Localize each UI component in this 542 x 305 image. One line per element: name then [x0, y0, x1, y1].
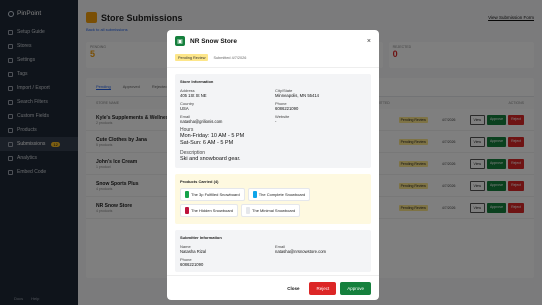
product-list: The 3p Fulfilled Snowboard The Complete …: [180, 187, 366, 217]
store-info-grid: Address 405 1St St NE City/State Minneapol…: [180, 88, 366, 124]
product-name: The 3p Fulfilled Snowboard: [191, 191, 240, 197]
description-field: Description Ski and snowboard gear.: [180, 150, 366, 163]
product-name: The Hidden Snowboard: [191, 207, 234, 213]
reject-button[interactable]: Reject: [309, 281, 337, 295]
products-carried-section: Products Carried (4) The 3p Fulfilled Sn…: [175, 173, 371, 224]
product-thumbnail: [246, 206, 251, 214]
section-heading: Products Carried (4): [180, 178, 219, 184]
product-chip[interactable]: The Hidden Snowboard: [180, 203, 239, 217]
submitter-information-section: Submitter Information Name Natasha Rizal …: [175, 229, 371, 272]
submitter-phone-field: Phone 6086221090: [180, 257, 271, 267]
website-field: Website -: [275, 114, 366, 124]
modal-header: ▣ NR Snow Store ×: [167, 30, 379, 52]
store-icon: ▣: [175, 36, 185, 46]
approve-button[interactable]: Approve: [340, 281, 371, 295]
phone-field: Phone 6086221090: [275, 101, 366, 111]
address-field: Address 405 1St St NE: [180, 88, 271, 98]
field-value: 6086221090: [275, 106, 299, 111]
product-thumbnail: [185, 206, 189, 214]
section-heading: Store Information: [180, 79, 214, 84]
modal-title: NR Snow Store: [190, 37, 237, 45]
hours-field: Hours Mon-Friday: 10 AM - 5 PM Sat-Sun: …: [180, 127, 366, 147]
field-value: Minneapolis, MN 55414: [275, 93, 319, 98]
field-value: Ski and snowboard gear.: [180, 155, 241, 162]
field-value: USA: [180, 106, 189, 111]
submitter-name-field: Name Natasha Rizal: [180, 244, 271, 254]
product-chip[interactable]: The 3p Fulfilled Snowboard: [180, 187, 245, 201]
product-name: The Minimal Snowboard: [252, 207, 296, 213]
field-value: 6086221090: [180, 261, 204, 267]
field-value: 405 1St St NE: [180, 93, 207, 98]
hours-line: Mon-Friday: 10 AM - 5 PM: [180, 133, 245, 139]
modal-footer: Close Reject Approve: [167, 275, 379, 300]
product-name: The Complete Snowboard: [258, 191, 306, 197]
modal-body: Store Information Address 405 1St St NE C…: [167, 68, 379, 284]
email-field: Email natasha@grilionis.com: [180, 114, 271, 124]
section-heading: Submitter Information: [180, 234, 222, 240]
submitter-email-field: Email natasha@nrsnowstore.com: [275, 244, 366, 254]
field-value: natasha@nrsnowstore.com: [275, 248, 327, 254]
close-button[interactable]: Close: [281, 283, 305, 294]
submission-modal: ▣ NR Snow Store × Pending Review Submitt…: [167, 30, 379, 300]
submitter-grid: Name Natasha Rizal Email natasha@nrsnowsto…: [180, 244, 366, 267]
modal-status-row: Pending Review Submitted 4/7/2026: [167, 52, 379, 68]
store-information-section: Store Information Address 405 1St St NE C…: [175, 74, 371, 168]
field-value: Natasha Rizal: [180, 248, 207, 254]
submitted-date: Submitted 4/7/2026: [213, 55, 247, 60]
product-thumbnail: [252, 190, 257, 198]
close-icon[interactable]: ×: [367, 38, 371, 45]
product-chip[interactable]: The Minimal Snowboard: [241, 203, 301, 217]
status-badge: Pending Review: [175, 54, 209, 61]
city-state-field: City/State Minneapolis, MN 55414: [275, 88, 366, 98]
product-thumbnail: [185, 190, 189, 198]
hours-line: Sat-Sun: 6 AM - 5 PM: [180, 139, 234, 146]
field-value: natasha@grilionis.com: [180, 119, 223, 124]
country-field: Country USA: [180, 101, 271, 111]
product-chip[interactable]: The Complete Snowboard: [247, 187, 311, 201]
field-value: -: [275, 119, 277, 124]
